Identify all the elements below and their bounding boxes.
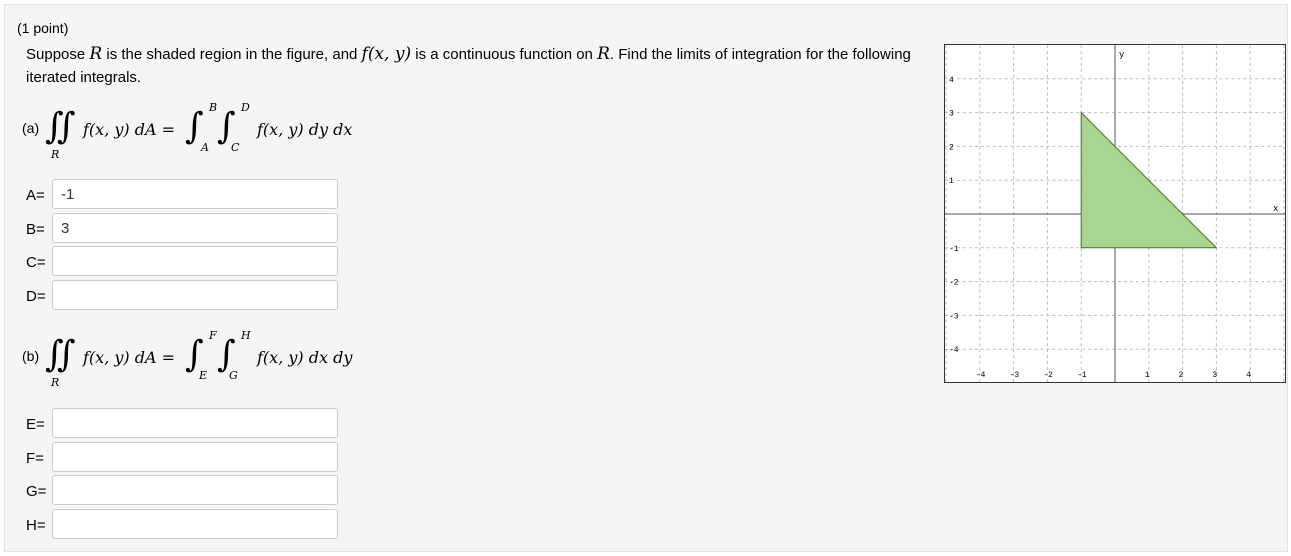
limit-lower-inner-a: C: [231, 141, 240, 154]
prompt-text-1: Suppose: [26, 46, 90, 63]
integral-sign-inner-b: ∫: [217, 334, 236, 375]
points-label: (1 point): [17, 20, 69, 36]
part-a-label: (a): [22, 120, 40, 136]
rhs-expression-b: f(x, y) dx dy: [257, 348, 353, 367]
region-symbol: R: [89, 44, 103, 64]
y-tick-label: -3: [949, 312, 959, 321]
part-b-label: (b): [22, 348, 40, 364]
answer-input-e[interactable]: [52, 408, 338, 438]
field-label-e: E=: [26, 416, 45, 433]
limit-upper-outer-a: B: [209, 101, 218, 114]
limit-lower-outer-a: A: [201, 141, 209, 154]
field-label-g: G=: [26, 483, 47, 500]
problem-panel: (1 point) Suppose R is the shaded region…: [4, 4, 1288, 552]
answer-input-c[interactable]: [52, 246, 338, 276]
rhs-expression-a: f(x, y) dy dx: [257, 120, 353, 139]
integral-sign-outer-a: ∫: [185, 106, 204, 147]
x-axis-label: x: [1273, 204, 1278, 214]
lhs-expression-a: f(x, y) dA =: [83, 120, 176, 139]
y-axis-label: y: [1119, 50, 1125, 60]
prompt-text-2: is the shaded region in the figure, and: [102, 46, 362, 63]
answer-input-h[interactable]: [52, 509, 338, 539]
x-tick-label: 1: [1145, 371, 1150, 380]
integral-sign-inner-a: ∫: [217, 106, 236, 147]
lhs-expression-b: f(x, y) dA =: [83, 348, 176, 367]
field-label-h: H=: [26, 517, 46, 534]
field-label-b: B=: [26, 221, 45, 238]
field-label-a: A=: [26, 187, 45, 204]
answer-input-d[interactable]: [52, 280, 338, 310]
y-tick-label: 4: [949, 76, 954, 85]
region-subscript-b: R: [51, 376, 60, 389]
limit-upper-outer-b: F: [209, 329, 217, 342]
region-graph: x y -4 -3 -2 -1 1 2 3 4 4 3 2 1 -1 -2 -3 -4: [944, 44, 1286, 383]
problem-prompt: Suppose R is the shaded region in the fi…: [26, 43, 916, 89]
y-tick-label: -4: [949, 346, 959, 355]
x-tick-label: -3: [1010, 371, 1020, 380]
function-symbol: f(x, y): [361, 44, 412, 64]
y-tick-label: 1: [949, 177, 954, 186]
y-tick-label: -1: [949, 245, 959, 254]
answer-input-f[interactable]: [52, 442, 338, 472]
double-integral-sign-b: ∬: [45, 334, 76, 375]
y-tick-label: -2: [949, 279, 959, 288]
x-tick-label: -1: [1077, 371, 1087, 380]
limit-lower-outer-b: E: [199, 369, 208, 382]
x-tick-label: 3: [1212, 371, 1217, 380]
limit-lower-inner-b: G: [229, 369, 238, 382]
y-tick-label: 3: [949, 110, 954, 119]
prompt-text-3: is a continuous function on: [411, 46, 598, 63]
region-subscript-a: R: [51, 148, 60, 161]
integral-sign-outer-b: ∫: [185, 334, 204, 375]
x-tick-label: -4: [976, 371, 986, 380]
y-tick-label: 2: [949, 143, 954, 152]
answer-input-a[interactable]: [52, 179, 338, 209]
field-label-c: C=: [26, 254, 46, 271]
limit-upper-inner-a: D: [241, 101, 250, 114]
double-integral-sign-a: ∬: [45, 106, 76, 147]
x-tick-label: -2: [1043, 371, 1053, 380]
limit-upper-inner-b: H: [241, 329, 251, 342]
field-label-d: D=: [26, 288, 46, 305]
x-tick-label: 2: [1179, 371, 1184, 380]
answer-input-g[interactable]: [52, 475, 338, 505]
answer-input-b[interactable]: [52, 213, 338, 243]
field-label-f: F=: [26, 450, 44, 467]
x-tick-label: 4: [1246, 371, 1251, 380]
region-symbol-2: R: [597, 44, 610, 64]
